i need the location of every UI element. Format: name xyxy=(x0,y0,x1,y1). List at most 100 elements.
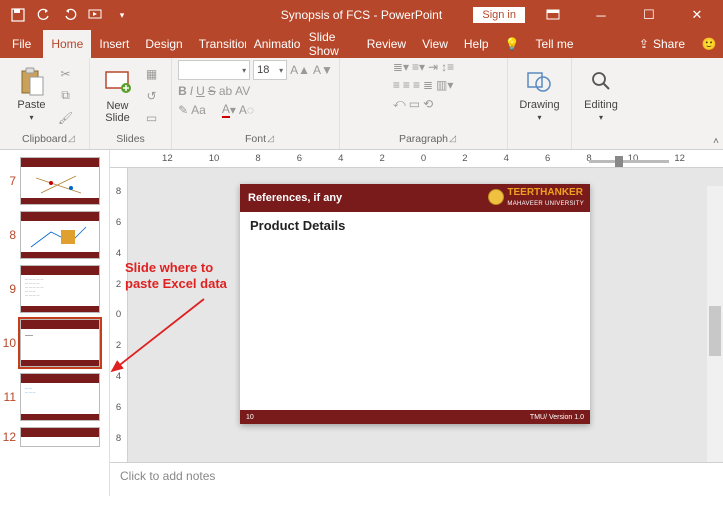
numbering-icon[interactable]: ≡▾ xyxy=(412,60,425,74)
tab-help[interactable]: Help xyxy=(456,30,497,58)
paste-label: Paste xyxy=(17,99,45,111)
slide-thumbnail-panel[interactable]: 7 8 9— — — — —— — — —— — — — —— — —— — —… xyxy=(0,150,110,496)
cut-icon[interactable]: ✂ xyxy=(55,64,77,84)
font-size-select[interactable]: 18▾ xyxy=(253,60,287,80)
align-left-icon[interactable]: ≡ xyxy=(393,78,400,92)
font-case-icon[interactable]: Aa xyxy=(191,103,206,117)
dialog-launcher-icon[interactable]: ◿ xyxy=(449,130,456,146)
title-bar: ▾ Synopsis of FCS - PowerPoint Sign in ─… xyxy=(0,0,723,30)
paragraph-group-label: Paragraph xyxy=(399,133,448,145)
redo-icon[interactable] xyxy=(62,7,78,23)
slide-footer: 10 TMU/ Version 1.0 xyxy=(240,410,590,424)
tab-slideshow[interactable]: Slide Show xyxy=(301,30,359,58)
start-from-beginning-icon[interactable] xyxy=(88,7,104,23)
tell-me[interactable]: Tell me xyxy=(528,30,582,58)
maximize-button[interactable]: ☐ xyxy=(629,0,669,30)
tab-design[interactable]: Design xyxy=(137,30,190,58)
strikethrough-icon[interactable]: S xyxy=(208,84,216,98)
bullets-icon[interactable]: ≣▾ xyxy=(393,60,409,74)
clipboard-group-label: Clipboard xyxy=(22,133,67,145)
thumb-8[interactable]: 8 xyxy=(0,208,109,262)
save-icon[interactable] xyxy=(10,7,26,23)
dialog-launcher-icon[interactable]: ◿ xyxy=(267,130,274,146)
editing-icon xyxy=(586,67,616,97)
decrease-font-icon[interactable]: A▼ xyxy=(313,63,333,77)
thumb-7[interactable]: 7 xyxy=(0,154,109,208)
thumb-number: 7 xyxy=(2,174,20,188)
justify-icon[interactable]: ≣ xyxy=(423,78,433,92)
drawing-button[interactable]: Drawing▾ xyxy=(515,65,563,126)
thumb-number: 9 xyxy=(2,282,20,296)
undo-icon[interactable] xyxy=(36,7,52,23)
slide-body-text[interactable]: Product Details xyxy=(240,212,590,239)
slide-canvas[interactable]: 864202468 References, if any TEERTHANKER… xyxy=(110,168,723,462)
tab-file[interactable]: File xyxy=(0,30,43,58)
tab-review[interactable]: Review xyxy=(359,30,414,58)
horizontal-ruler[interactable]: 12108642024681012 xyxy=(110,150,723,168)
list-level-icon[interactable]: ⇥ xyxy=(428,60,438,74)
drawing-label: Drawing xyxy=(519,99,559,111)
new-slide-icon xyxy=(103,68,133,98)
dialog-launcher-icon[interactable]: ◿ xyxy=(68,130,75,146)
align-center-icon[interactable]: ≡ xyxy=(403,78,410,92)
reset-icon[interactable]: ↺ xyxy=(141,86,163,106)
italic-icon[interactable]: I xyxy=(190,84,193,98)
vertical-ruler[interactable]: 864202468 xyxy=(110,168,128,462)
tab-view[interactable]: View xyxy=(414,30,456,58)
editing-button[interactable]: Editing▾ xyxy=(580,65,622,126)
font-color-icon[interactable]: A▾ xyxy=(222,102,236,118)
underline-icon[interactable]: U xyxy=(196,84,205,98)
tab-home[interactable]: Home xyxy=(43,30,91,58)
collapse-ribbon-icon[interactable]: ˄ xyxy=(713,136,719,147)
spacing-icon[interactable]: AV xyxy=(235,84,250,98)
thumb-10[interactable]: 10—— xyxy=(0,316,109,370)
highlight-icon[interactable]: ✎ xyxy=(178,103,188,117)
paste-button[interactable]: Paste▾ xyxy=(13,65,51,126)
align-text-icon[interactable]: ▭ xyxy=(409,97,420,111)
format-painter-icon[interactable]: 🖌 xyxy=(55,108,77,128)
bold-icon[interactable]: B xyxy=(178,84,187,98)
drawing-icon xyxy=(524,67,554,97)
smartart-icon[interactable]: ⟲ xyxy=(423,97,433,111)
logo-emblem-icon xyxy=(488,189,504,205)
tab-animations[interactable]: Animations xyxy=(246,30,301,58)
new-slide-button[interactable]: New Slide xyxy=(99,66,137,126)
columns-icon[interactable]: ▥▾ xyxy=(436,78,453,92)
layout-icon[interactable]: ▦ xyxy=(141,64,163,84)
tab-insert[interactable]: Insert xyxy=(91,30,137,58)
current-slide[interactable]: References, if any TEERTHANKERMAHAVEER U… xyxy=(240,184,590,424)
share-icon: ⇪ xyxy=(639,37,649,51)
zoom-slider[interactable] xyxy=(589,160,669,163)
font-family-select[interactable]: ▾ xyxy=(178,60,250,80)
thumb-11[interactable]: 11— —— — — xyxy=(0,370,109,424)
thumb-9[interactable]: 9— — — — —— — — —— — — — —— — —— — — — xyxy=(0,262,109,316)
ribbon-display-icon[interactable] xyxy=(533,0,573,30)
section-icon[interactable]: ▭ xyxy=(141,108,163,128)
minimize-button[interactable]: ─ xyxy=(581,0,621,30)
new-slide-label: New Slide xyxy=(105,100,129,124)
tell-me-bulb-icon[interactable]: 💡 xyxy=(497,30,528,58)
thumb-number: 11 xyxy=(2,390,20,404)
copy-icon[interactable]: ⧉ xyxy=(55,86,77,106)
align-right-icon[interactable]: ≡ xyxy=(413,78,420,92)
shadow-icon[interactable]: ab xyxy=(219,84,232,98)
vertical-scrollbar[interactable] xyxy=(707,186,723,462)
share-button[interactable]: ⇪Share xyxy=(629,30,695,58)
close-button[interactable]: ✕ xyxy=(677,0,717,30)
sign-in-button[interactable]: Sign in xyxy=(473,7,525,23)
tab-transitions[interactable]: Transitions xyxy=(191,30,246,58)
thumb-number: 10 xyxy=(2,336,20,350)
thumb-12[interactable]: 12 xyxy=(0,424,109,450)
increase-font-icon[interactable]: A▲ xyxy=(290,63,310,77)
thumb-number: 8 xyxy=(2,228,20,242)
line-spacing-icon[interactable]: ↕≡ xyxy=(441,60,454,74)
font-size-value: 18 xyxy=(257,64,269,76)
qat-customize-icon[interactable]: ▾ xyxy=(114,7,130,23)
clear-format-icon[interactable]: A◌ xyxy=(239,103,254,117)
text-direction-icon[interactable]: ⤺ xyxy=(393,96,406,111)
edit-area: 12108642024681012 864202468 References, … xyxy=(110,150,723,496)
notes-pane[interactable]: Click to add notes xyxy=(110,462,723,496)
thumb-number: 12 xyxy=(2,430,20,444)
feedback-smile-icon[interactable]: 🙂 xyxy=(695,30,723,58)
slide-version: TMU/ Version 1.0 xyxy=(530,414,584,421)
